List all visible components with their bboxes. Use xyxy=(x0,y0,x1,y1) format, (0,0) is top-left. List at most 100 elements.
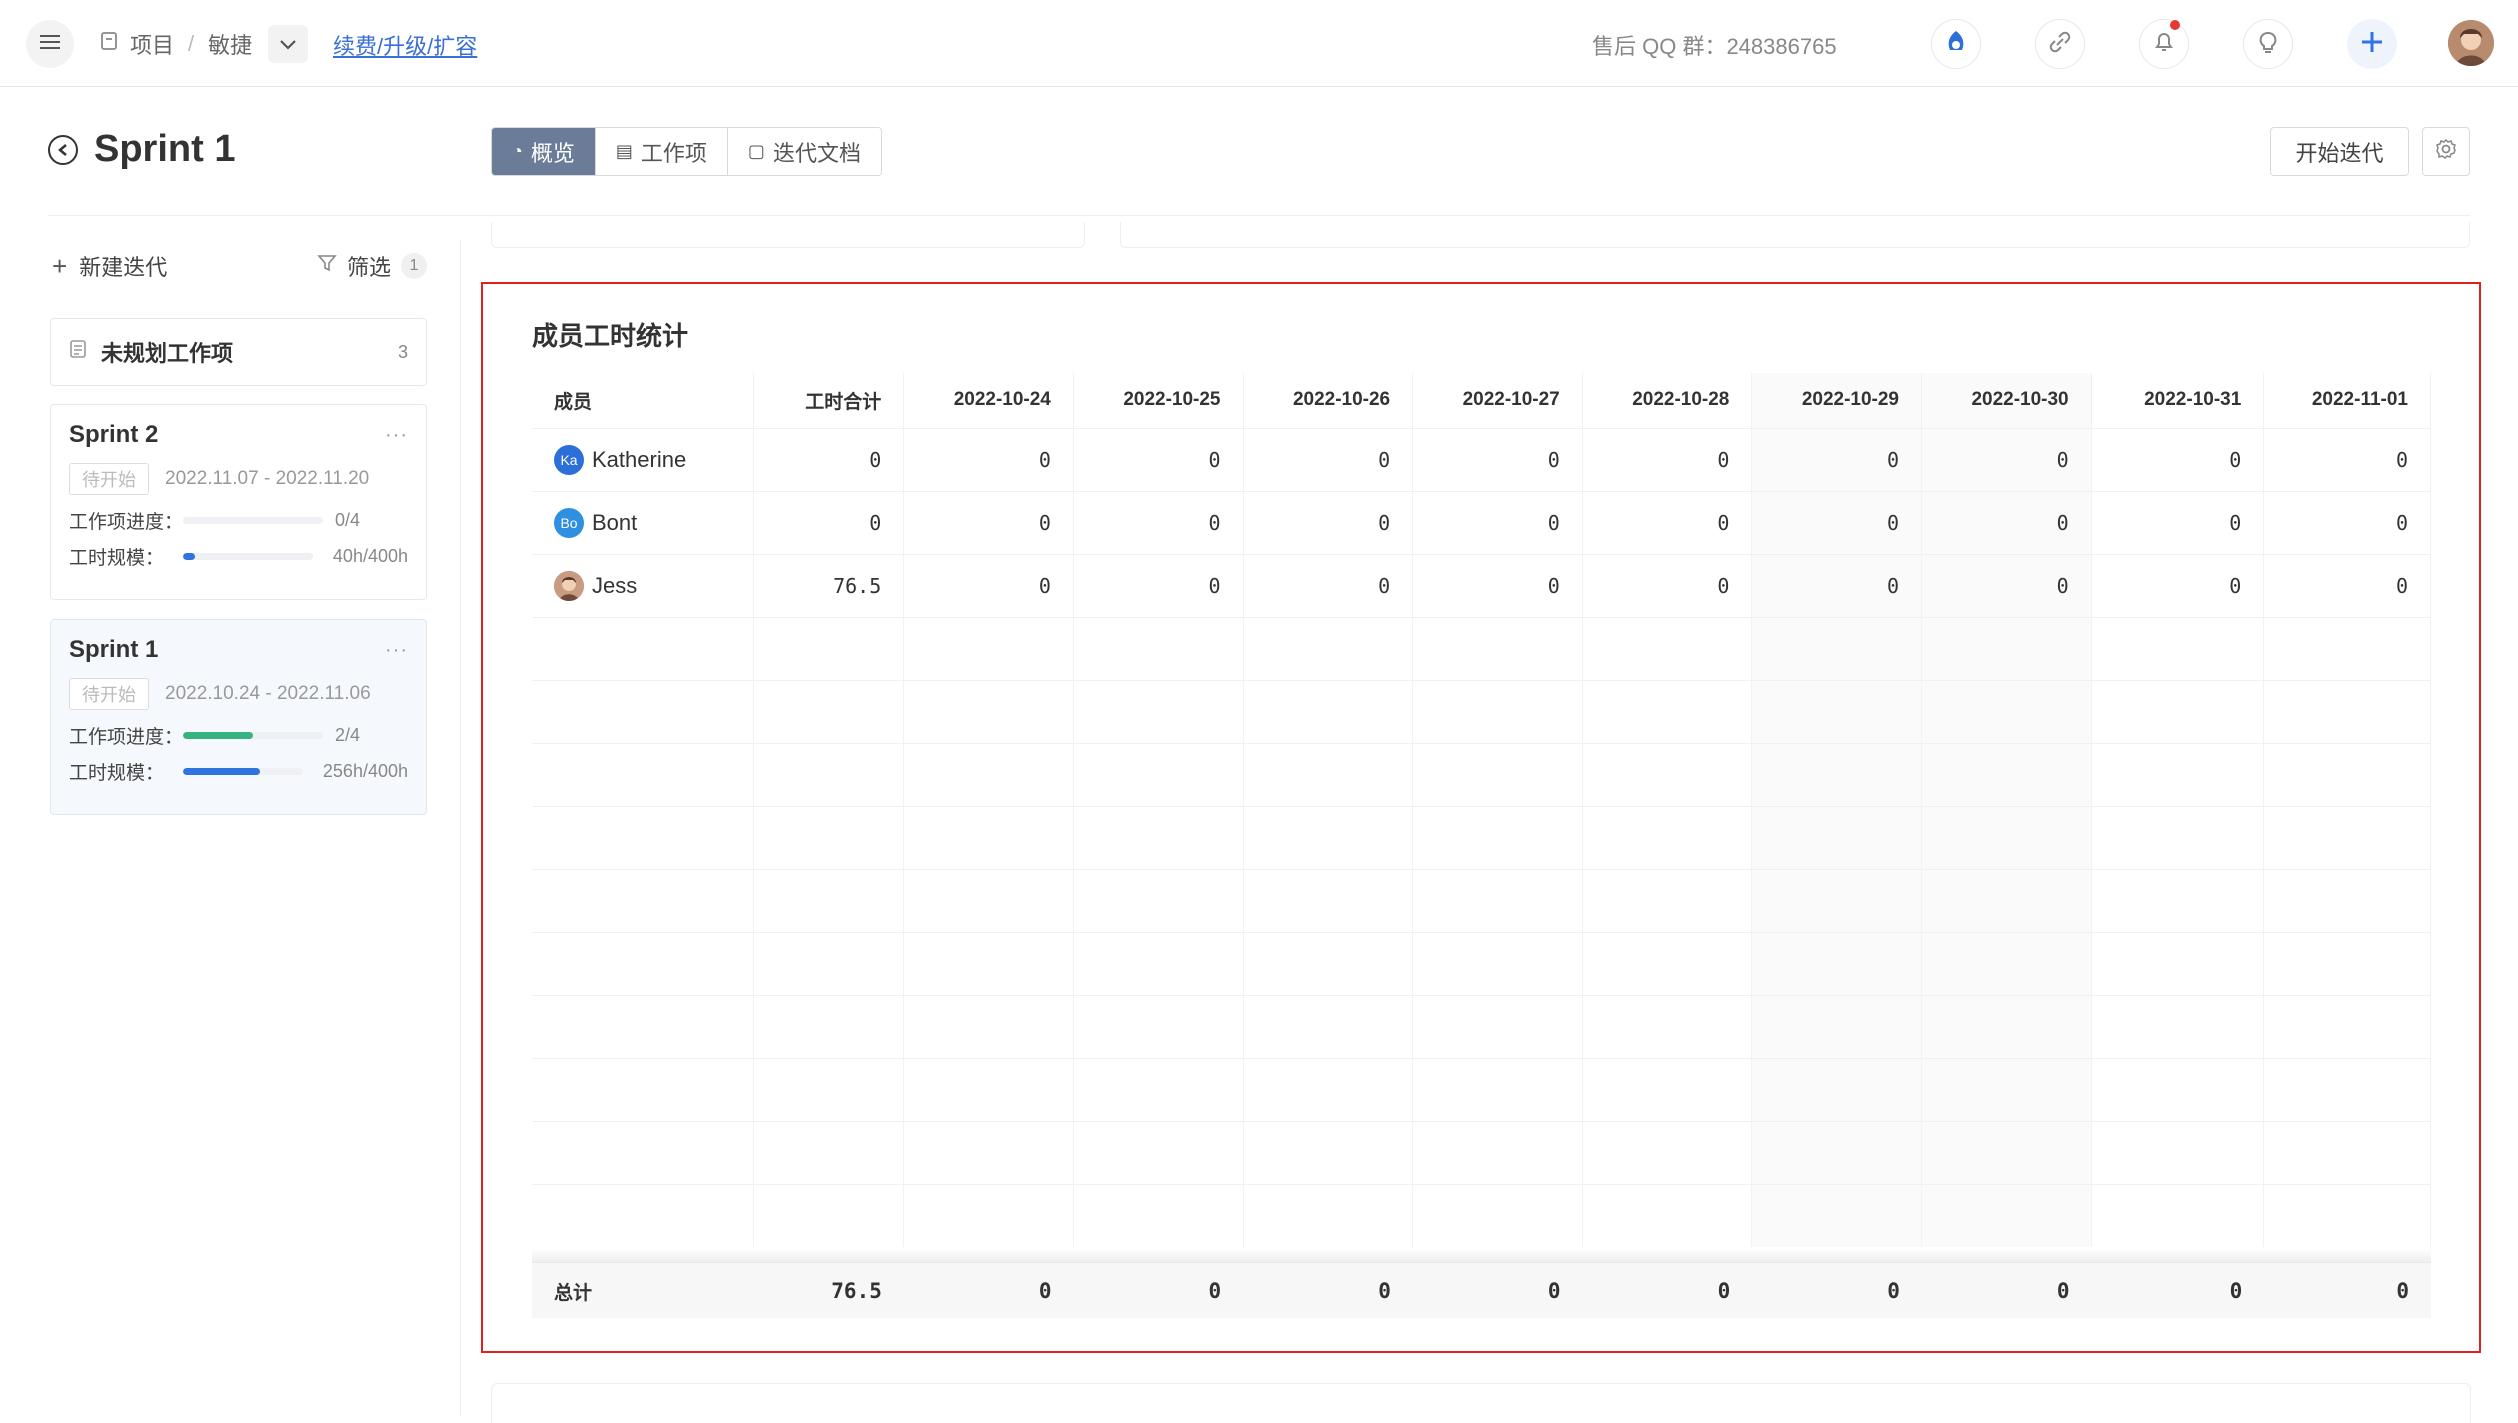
empty-cell xyxy=(1582,1057,1753,1121)
hours-cell: 0 xyxy=(1412,427,1583,491)
empty-cell xyxy=(1751,931,1923,995)
menu-button[interactable] xyxy=(26,20,74,68)
empty-cell xyxy=(1921,994,2092,1058)
renew-upgrade-link[interactable]: 续费/升级/扩容 xyxy=(333,29,477,61)
total-cell: 0 xyxy=(1887,1279,1900,1303)
next-panel-edge xyxy=(491,1383,2471,1423)
empty-cell xyxy=(1412,931,1583,995)
view-tabs: ◔ 概览 ▤ 工作项 ▢ 迭代文档 xyxy=(491,127,882,176)
hours-cell: 0 xyxy=(2091,427,2265,491)
breadcrumb-agile[interactable]: 敏捷 xyxy=(208,28,252,60)
empty-cell xyxy=(903,868,1074,932)
tab-label: 迭代文档 xyxy=(772,140,861,166)
column-total-hours: 工时合计 xyxy=(753,373,905,428)
empty-cell xyxy=(1243,1120,1414,1184)
empty-cell xyxy=(753,994,905,1058)
filter-button[interactable]: 筛选 1 xyxy=(317,250,427,282)
empty-cell xyxy=(2091,868,2265,932)
empty-cell xyxy=(753,931,905,995)
more-icon[interactable]: ··· xyxy=(385,424,408,447)
filter-label: 筛选 xyxy=(346,255,391,280)
progress-value: 2/4 xyxy=(335,724,361,745)
create-button[interactable] xyxy=(2347,19,2397,69)
column-date: 2022-10-29 xyxy=(1751,373,1923,428)
settings-button[interactable] xyxy=(2422,127,2470,176)
empty-cell xyxy=(1243,868,1414,932)
breadcrumb-separator: / xyxy=(188,31,195,56)
empty-cell xyxy=(2263,868,2431,932)
unplanned-work-items[interactable]: 未规划工作项 3 xyxy=(50,318,427,386)
empty-cell xyxy=(2263,931,2431,995)
empty-cell xyxy=(1751,1057,1923,1121)
tab-label: 工作项 xyxy=(640,140,707,166)
start-sprint-button[interactable]: 开始迭代 xyxy=(2270,127,2409,176)
bulb-icon xyxy=(2255,29,2281,60)
status-badge: 待开始 xyxy=(69,678,149,710)
column-member: 成员 xyxy=(532,373,754,428)
total-cell: 76.5 xyxy=(831,1279,882,1303)
new-sprint-button[interactable]: + 新建迭代 xyxy=(52,250,167,282)
empty-cell xyxy=(1412,1183,1583,1247)
empty-row xyxy=(532,1183,2431,1247)
scale-value: 40h/400h xyxy=(332,545,408,566)
empty-cell xyxy=(753,679,905,743)
empty-cell xyxy=(2091,931,2265,995)
empty-cell xyxy=(903,616,1074,680)
scale-label: 工时规模： xyxy=(69,547,165,569)
more-icon[interactable]: ··· xyxy=(385,639,408,662)
progress-bar xyxy=(183,731,323,739)
empty-cell xyxy=(1921,616,2092,680)
progress-bar xyxy=(183,516,323,524)
user-avatar[interactable] xyxy=(2448,20,2494,66)
page-header: Sprint 1 xyxy=(48,128,235,171)
back-icon[interactable] xyxy=(48,134,78,165)
empty-cell xyxy=(2263,679,2431,743)
empty-cell xyxy=(1243,994,1414,1058)
notifications-button[interactable] xyxy=(2139,19,2189,69)
scale-value: 256h/400h xyxy=(322,760,408,781)
app-logo-button[interactable] xyxy=(1931,19,1981,69)
hours-cell: 0 xyxy=(2091,490,2265,554)
empty-cell xyxy=(1412,805,1583,869)
project-switcher[interactable] xyxy=(268,25,309,63)
tab-sprint-docs[interactable]: ▢ 迭代文档 xyxy=(726,128,881,175)
member-cell: Bo Bont xyxy=(532,490,754,554)
empty-cell xyxy=(2091,742,2265,806)
empty-cell xyxy=(2263,1120,2431,1184)
breadcrumb: 项目 / 敏捷 xyxy=(100,24,309,64)
hours-cell: 0 xyxy=(2263,490,2431,554)
empty-cell xyxy=(2091,1120,2265,1184)
empty-cell xyxy=(532,868,754,932)
empty-cell xyxy=(1073,742,1244,806)
empty-cell xyxy=(1751,805,1923,869)
progress-label: 工作项进度： xyxy=(69,726,184,748)
empty-cell xyxy=(1751,994,1923,1058)
empty-cell xyxy=(532,1120,754,1184)
empty-cell xyxy=(1073,1183,1244,1247)
sprint-dates: 2022.10.24 - 2022.11.06 xyxy=(165,683,371,704)
column-date: 2022-10-30 xyxy=(1921,373,2092,428)
tips-button[interactable] xyxy=(2243,19,2293,69)
empty-cell xyxy=(2091,994,2265,1058)
empty-cell xyxy=(1751,868,1923,932)
hours-cell: 0 xyxy=(1073,490,1244,554)
total-label: 总计 xyxy=(554,1282,593,1304)
empty-cell xyxy=(1243,616,1414,680)
empty-cell xyxy=(2091,679,2265,743)
empty-cell xyxy=(532,994,754,1058)
tab-overview[interactable]: ◔ 概览 xyxy=(492,128,595,175)
tab-work-items[interactable]: ▤ 工作项 xyxy=(594,128,727,175)
empty-row xyxy=(532,616,2431,680)
empty-cell xyxy=(2091,1057,2265,1121)
breadcrumb-projects[interactable]: 项目 xyxy=(130,28,174,60)
empty-cell xyxy=(1073,868,1244,932)
hours-cell: 0 xyxy=(1243,427,1414,491)
hours-cell: 0 xyxy=(1412,553,1583,617)
project-icon xyxy=(100,31,118,57)
empty-cell xyxy=(2263,616,2431,680)
menu-icon xyxy=(40,34,60,55)
sprint-card-selected[interactable]: Sprint 1 ··· 待开始 2022.10.24 - 2022.11.06… xyxy=(50,619,427,815)
sprint-card[interactable]: Sprint 2 ··· 待开始 2022.11.07 - 2022.11.20… xyxy=(50,404,427,600)
total-row: 总计 76.5 0 0 0 0 0 0 0 0 0 xyxy=(532,1262,2431,1318)
link-button[interactable] xyxy=(2035,19,2085,69)
